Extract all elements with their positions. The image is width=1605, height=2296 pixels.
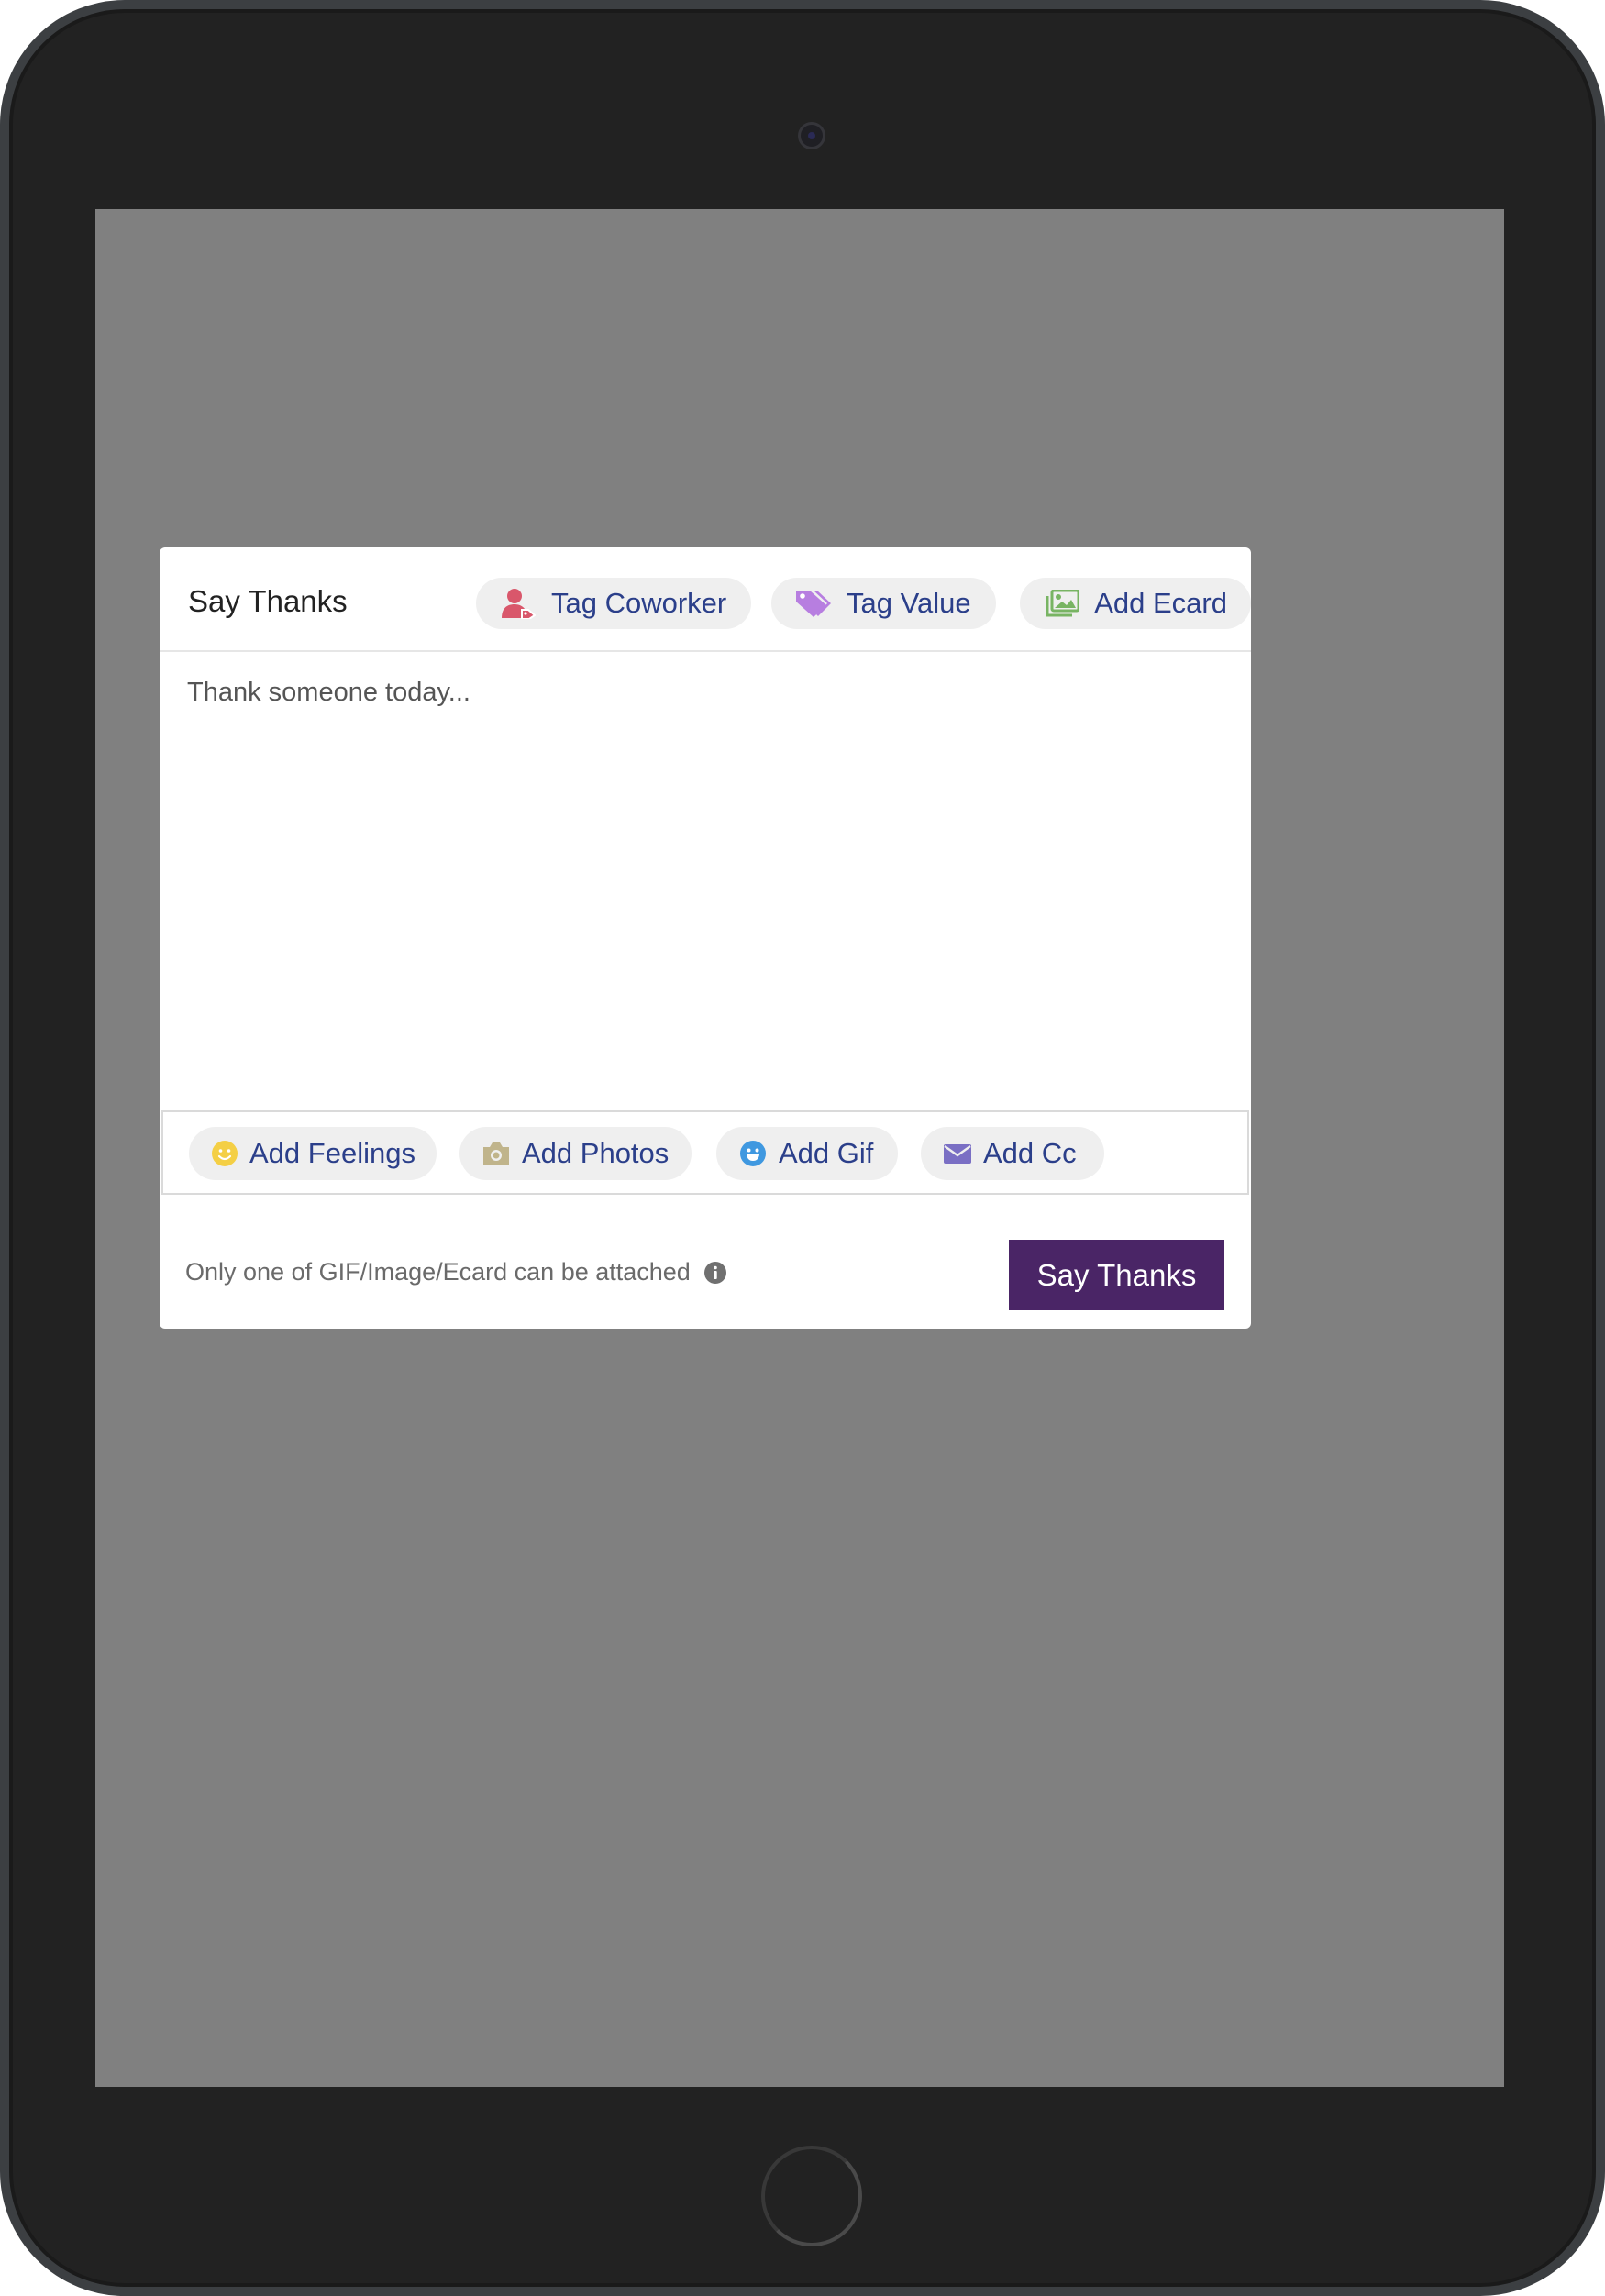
tag-value-label: Tag Value [847, 587, 971, 619]
attachment-toolbar: Add Feelings Add Photos Add Gif Add Cc [161, 1110, 1249, 1195]
add-ecard-button[interactable]: Add Ecard [1020, 578, 1251, 629]
add-feelings-button[interactable]: Add Feelings [189, 1127, 437, 1180]
add-gif-button[interactable]: Add Gif [716, 1127, 898, 1180]
say-thanks-modal: Say Thanks Tag Coworker Tag Value Add Ec… [160, 547, 1251, 1329]
add-gif-label: Add Gif [779, 1137, 874, 1169]
add-ecard-label: Add Ecard [1094, 587, 1227, 619]
tag-coworker-button[interactable]: Tag Coworker [476, 578, 751, 629]
add-cc-button[interactable]: Add Cc [921, 1127, 1104, 1180]
smile-icon [211, 1139, 238, 1168]
say-thanks-submit-button[interactable]: Say Thanks [1009, 1240, 1224, 1310]
tag-icon [795, 585, 832, 622]
gif-smile-icon [738, 1139, 768, 1168]
add-photos-button[interactable]: Add Photos [459, 1127, 692, 1180]
add-cc-label: Add Cc [983, 1137, 1077, 1169]
message-input[interactable] [160, 652, 1251, 1110]
attachment-note-text: Only one of GIF/Image/Ecard can be attac… [185, 1258, 691, 1286]
user-tag-icon [500, 585, 537, 622]
camera-icon [482, 1139, 511, 1168]
images-icon [1044, 585, 1079, 622]
add-photos-label: Add Photos [522, 1137, 670, 1169]
tag-coworker-label: Tag Coworker [551, 587, 727, 619]
add-feelings-label: Add Feelings [249, 1137, 415, 1169]
envelope-icon [943, 1139, 972, 1168]
modal-header: Say Thanks Tag Coworker Tag Value Add Ec… [160, 547, 1251, 652]
attachment-note: Only one of GIF/Image/Ecard can be attac… [185, 1258, 727, 1286]
info-icon[interactable] [703, 1261, 727, 1285]
camera-icon [798, 122, 825, 149]
tag-value-button[interactable]: Tag Value [771, 578, 996, 629]
modal-title: Say Thanks [188, 584, 348, 618]
home-button[interactable] [761, 2146, 862, 2246]
